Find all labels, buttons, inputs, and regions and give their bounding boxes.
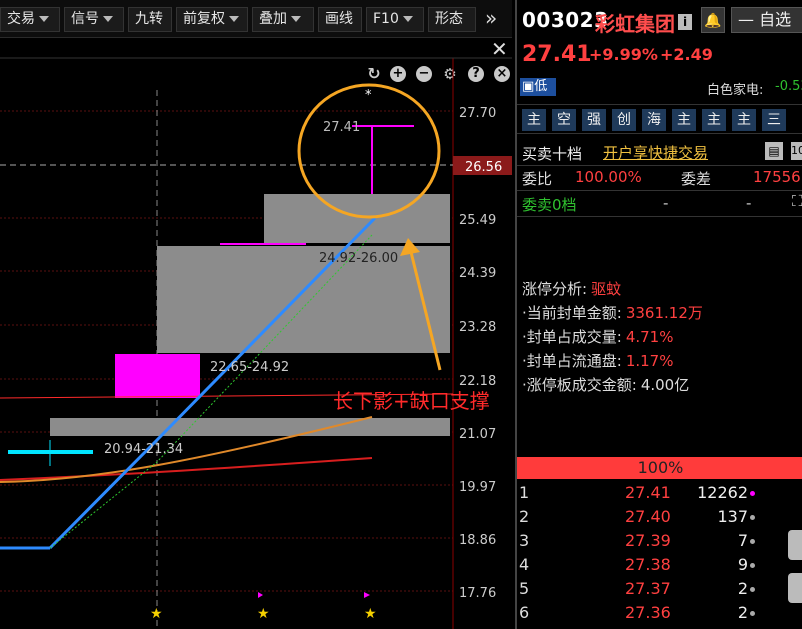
bid-dot <box>750 611 755 616</box>
bid-dot <box>750 539 755 544</box>
red-ma-line <box>0 457 373 481</box>
ten-level-icon[interactable]: 10 <box>791 142 802 160</box>
magenta-candle <box>115 354 200 398</box>
feature-tab[interactable]: 主 <box>732 109 756 131</box>
feature-tab[interactable]: 空 <box>552 109 576 131</box>
wei-cha-value: 17556 <box>753 168 801 186</box>
chat-icon: ▣ <box>522 79 535 94</box>
price-row: 27.41 +9.99% +2.49 <box>517 38 802 70</box>
flag-marker-2 <box>364 592 370 598</box>
divider <box>517 190 802 191</box>
stock-name[interactable]: 彩虹集团 <box>595 8 675 37</box>
seal-volume-row: ·封单占成交量: 4.71% <box>522 328 674 346</box>
star-marker-1: ★ <box>150 606 163 622</box>
sell0-dash: - <box>663 194 669 212</box>
feature-tab[interactable]: 三 <box>762 109 786 131</box>
change-percent: +9.99% <box>589 45 658 64</box>
y-tick-label: 17.76 <box>459 586 496 601</box>
limit-turnover-row: ·涨停板成交金额: 4.00亿 <box>522 376 690 394</box>
feature-tab[interactable]: 主 <box>702 109 726 131</box>
limit-analysis: 涨停分析: 驱蚊 ·当前封单金额: 3361.12万 ·封单占成交量: 4.71% ·… <box>522 278 703 398</box>
quote-panel: 003023 彩虹集团 i 🔔 — 自选 27.41 +9.99% +2.49 … <box>515 0 802 629</box>
zone-label-bottom: 20.94-21.34 <box>104 442 183 457</box>
wei-cha-label: 委差 <box>681 170 712 188</box>
y-tick-label: 27.70 <box>459 106 496 121</box>
zone-label-top: 24.92-26.00 <box>319 251 398 266</box>
bid-row[interactable]: 6 27.36 2 <box>517 603 802 627</box>
side-tab[interactable] <box>788 573 802 603</box>
bid-dot <box>750 587 755 592</box>
divider <box>517 216 802 217</box>
kline-chart[interactable]: ★ ★ ★ * 27.41 24.92-26.00 22.65-24.92 20… <box>0 0 515 629</box>
seal-float-row: ·封单占流通盘: 1.17% <box>522 352 674 370</box>
zone-box-bottom <box>50 418 450 436</box>
y-tick-label: 23.28 <box>459 320 496 335</box>
sector-label: 白色家电: <box>707 83 764 98</box>
wei-bi-label: 委比 <box>522 170 553 188</box>
limit-theme-row: 涨停分析: 驱蚊 <box>522 280 622 298</box>
candle-high-label: 27.41 <box>323 120 360 135</box>
y-tick-label: 24.39 <box>459 266 496 281</box>
low-badge[interactable]: ▣低 <box>520 78 556 96</box>
y-tick-label: 18.86 <box>459 533 496 548</box>
star-marker-3: ★ <box>364 606 377 622</box>
sector-value: -0.53 <box>775 79 802 94</box>
bid-row[interactable]: 3 27.39 7 <box>517 531 802 555</box>
seal-amount-row: ·当前封单金额: 3361.12万 <box>522 304 703 322</box>
asterisk-marker: * <box>365 88 372 103</box>
bid-row[interactable]: 5 27.37 2 <box>517 579 802 603</box>
feature-tab[interactable]: 主 <box>672 109 696 131</box>
side-tab[interactable] <box>788 530 802 560</box>
y-tick-label: 21.07 <box>459 427 496 442</box>
order-book-header: 买卖十档 开户享快捷交易 ▤ 10 <box>517 138 802 166</box>
order-book-title: 买卖十档 <box>522 145 583 163</box>
feature-tab[interactable]: 创 <box>612 109 636 131</box>
zone-label-middle: 22.65-24.92 <box>210 360 289 375</box>
feature-tab[interactable]: 强 <box>582 109 606 131</box>
zone-box-middle <box>157 246 450 353</box>
stock-header: 003023 彩虹集团 i 🔔 — 自选 <box>517 0 802 38</box>
current-price-label: 26.56 <box>465 160 502 175</box>
book-icon[interactable]: ▤ <box>765 142 783 160</box>
info-icon[interactable]: i <box>678 14 692 30</box>
current-price: 27.41 <box>522 42 592 67</box>
annotation-text: 长下影+缺口支撑 <box>333 389 490 413</box>
feature-tab[interactable]: 主 <box>522 109 546 131</box>
wei-bi-value: 100.00% <box>575 168 642 186</box>
quick-trade-link[interactable]: 开户享快捷交易 <box>603 142 708 163</box>
sell0-label: 委卖0档 <box>522 196 577 214</box>
bid-dot <box>750 563 755 568</box>
bid-dot <box>750 515 755 520</box>
y-axis: 27.70 25.49 24.39 23.28 22.18 21.07 19.9… <box>459 106 496 601</box>
bell-icon[interactable]: 🔔 <box>701 7 725 33</box>
bid-ratio-bar: 100% <box>517 457 802 479</box>
bid-dot <box>750 491 755 496</box>
sell0-dash: - <box>746 194 752 212</box>
y-tick-label: 25.49 <box>459 213 496 228</box>
change-amount: +2.49 <box>660 45 713 64</box>
star-marker-2: ★ <box>257 606 270 622</box>
feature-tab[interactable]: 海 <box>642 109 666 131</box>
feature-tabs: 主 空 强 创 海 主 主 主 三 <box>517 104 802 134</box>
bid-row[interactable]: 2 27.40 137 <box>517 507 802 531</box>
bid-row[interactable]: 4 27.38 9 <box>517 555 802 579</box>
y-tick-label: 19.97 <box>459 480 496 495</box>
bid-row[interactable]: 1 27.41 12262 <box>517 483 802 507</box>
expand-icon[interactable]: ⛶ <box>792 192 802 210</box>
add-watchlist-button[interactable]: — 自选 <box>731 7 802 33</box>
y-tick-label: 22.18 <box>459 374 496 389</box>
flag-marker-1 <box>258 592 263 598</box>
